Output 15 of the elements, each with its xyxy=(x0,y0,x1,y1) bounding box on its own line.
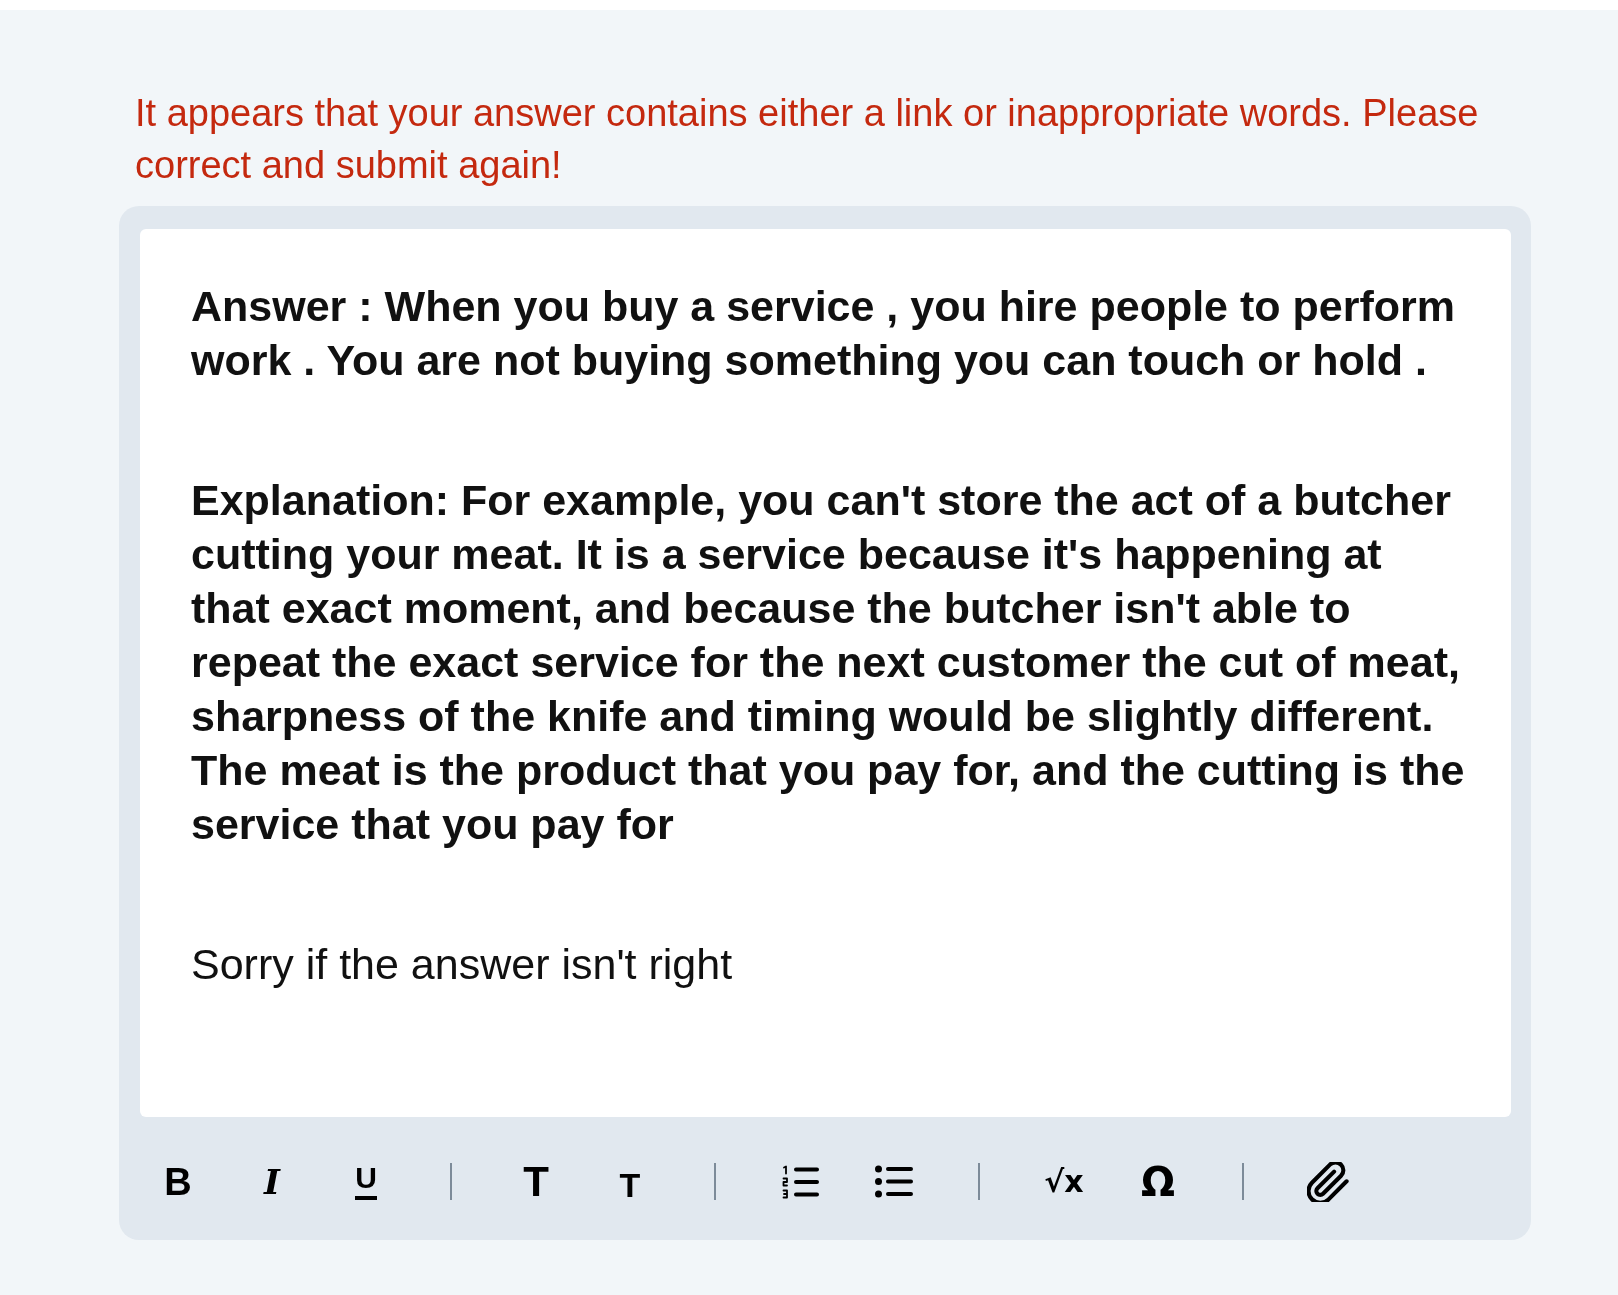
answer-editor[interactable] xyxy=(140,229,1511,1117)
editor-paragraph: Explanation: For example, you can't store the act of a butcher cutting your meat. It is a service because it's happening at that exact moment, and because the butcher isn't able to repeat the exact service for the next customer the cut of meat, sharpness of the knife and timing would be slightly different. The meat is the product that you pay for, and the cutting is the service that you pay for xyxy=(191,475,1466,850)
small-text-button[interactable]: T xyxy=(619,1168,641,1202)
paperclip-icon[interactable] xyxy=(1307,1161,1349,1202)
formula-button[interactable]: √x xyxy=(1044,1166,1084,1197)
editor-paragraph: Sorry if the answer isn't right xyxy=(191,939,734,990)
italic-button[interactable]: I xyxy=(264,1164,280,1199)
large-text-button[interactable]: T xyxy=(523,1160,549,1203)
numbered-list-icon[interactable] xyxy=(781,1164,819,1199)
underline-button[interactable]: U xyxy=(355,1163,377,1200)
symbol-button[interactable]: Ω xyxy=(1141,1161,1175,1202)
bold-button[interactable]: B xyxy=(164,1162,192,1201)
error-message: It appears that your answer contains either a link or inappropriate words. Please correct and submit again! xyxy=(135,91,1480,188)
bullet-list-icon[interactable] xyxy=(875,1165,913,1198)
editor-paragraph: Answer : When you buy a service , you hire people to perform work . You are not buying something you can touch or hold . xyxy=(191,281,1456,386)
